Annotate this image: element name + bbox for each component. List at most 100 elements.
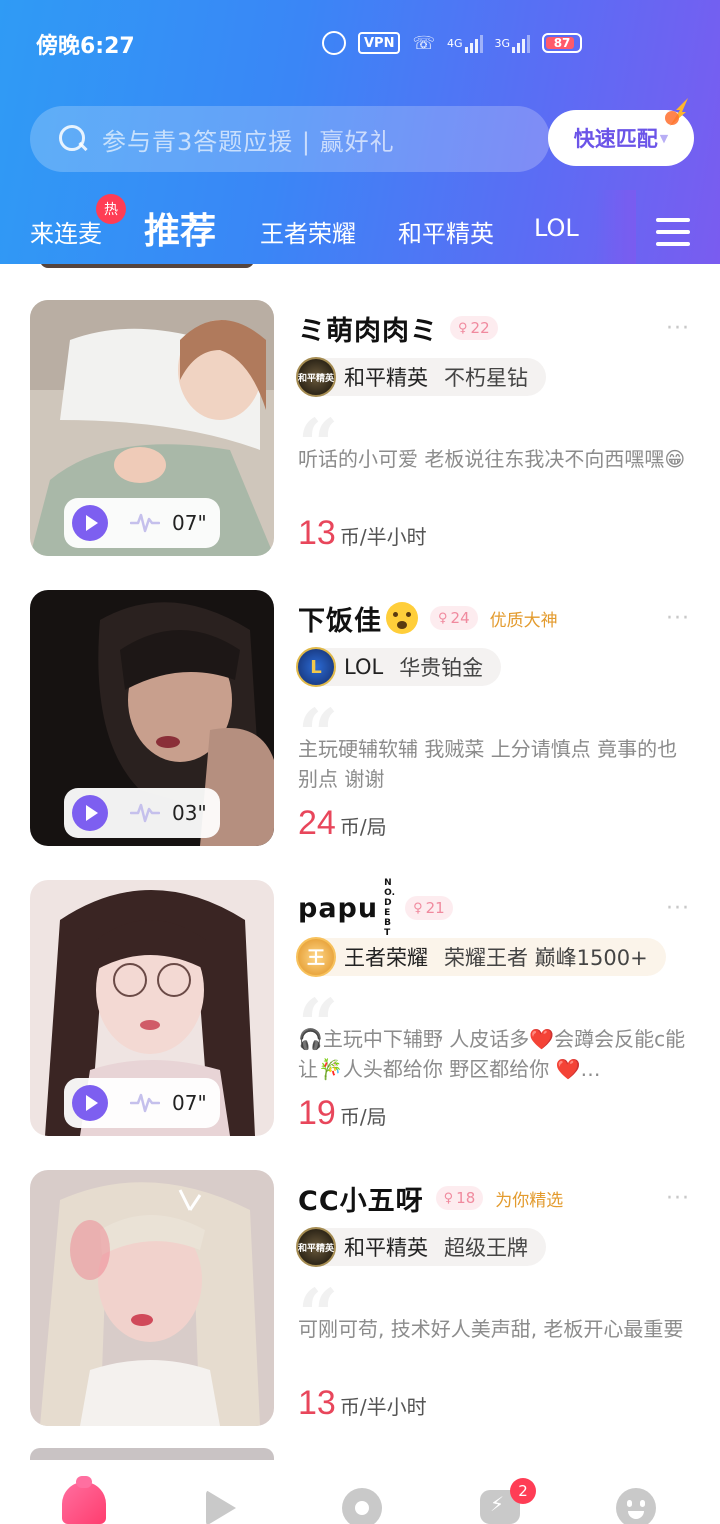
name-row: papu NO.DEBT ♀ 21: [298, 878, 453, 938]
player-age: 22: [470, 319, 490, 337]
player-name: ミ萌肉肉ミ: [298, 315, 438, 347]
age-badge: ♀ 21: [405, 896, 453, 920]
play-icon: [72, 505, 108, 541]
player-photo[interactable]: 07": [30, 300, 274, 556]
tab-fade: [596, 190, 636, 264]
voice-intro-button[interactable]: 03": [64, 788, 220, 838]
name-row: 下饭佳 ♀ 24 优质大神: [298, 600, 558, 637]
peace-elite-logo-icon: 和平精英: [296, 1227, 336, 1267]
price-unit: 币/半小时: [339, 525, 427, 549]
nav-home[interactable]: [60, 1476, 108, 1524]
voice-wave-icon: [130, 803, 160, 823]
quick-match-label: 快速匹配: [573, 127, 658, 151]
more-options-icon[interactable]: ···: [666, 1186, 690, 1211]
player-photo[interactable]: 07": [30, 880, 274, 1136]
game-pill: 和平精英 和平精英 超级王牌: [296, 1227, 546, 1267]
nav-messages[interactable]: 2: [476, 1478, 536, 1524]
player-card[interactable]: 07" papu NO.DEBT ♀ 21 ··· 王 王者荣耀 荣耀王者 巅峰1…: [0, 878, 720, 1170]
price-row: 13 币/半小时: [298, 1384, 427, 1423]
next-card-photo: [30, 1448, 274, 1460]
more-options-icon[interactable]: ···: [666, 896, 690, 921]
player-photo[interactable]: [30, 1170, 274, 1426]
player-intro: 🎧主玩中下辅野 人皮话多❤️会蹲会反能c能让🎋人头都给你 野区都给你 ❤️…: [298, 1027, 686, 1081]
profile-icon: [616, 1488, 656, 1524]
age-badge: ♀ 22: [450, 316, 498, 340]
message-badge: 2: [510, 1478, 536, 1504]
name-tag: NO.DEBT: [384, 878, 395, 938]
tab-honor-of-kings[interactable]: 王者荣耀: [260, 214, 356, 249]
tab-lol[interactable]: LOL: [534, 214, 579, 242]
game-pill: L LOL 华贵铂金: [296, 647, 502, 687]
price-value: 24: [298, 804, 336, 842]
header: 傍晚6:27 VPN ☏ 4G 3G 87 参与青3答题应援 | 赢好礼 快速匹…: [0, 0, 720, 264]
menu-icon[interactable]: [656, 218, 690, 246]
player-name: CC小五呀: [298, 1185, 424, 1217]
price-value: 19: [298, 1094, 336, 1132]
play-icon: [206, 1490, 236, 1524]
peace-elite-logo-icon: 和平精英: [296, 357, 336, 397]
tab-recommend[interactable]: 推荐: [144, 202, 216, 254]
search-bar[interactable]: 参与青3答题应援 | 赢好礼: [30, 106, 550, 172]
network-type-2: 3G: [494, 36, 511, 50]
player-intro: 可刚可苟, 技术好人美声甜, 老板开心最重要: [298, 1317, 684, 1341]
status-icons: VPN ☏ 4G 3G 87: [322, 30, 583, 56]
featured-tag: 为你精选: [495, 1190, 564, 1211]
game-pill: 和平精英 和平精英 不朽星钻: [296, 357, 546, 397]
game-name: 王者荣耀: [344, 946, 428, 970]
game-rank: 荣耀王者 巅峰1500+: [444, 946, 648, 970]
battery-icon: 87: [542, 33, 583, 53]
record-icon: [342, 1488, 382, 1524]
player-card[interactable]: CC小五呀 ♀ 18 为你精选 ··· 和平精英 和平精英 超级王牌 “ 可刚可苟…: [0, 1170, 720, 1460]
quality-tag: 优质大神: [489, 610, 558, 631]
player-photo[interactable]: 03": [30, 590, 274, 846]
honor-of-kings-logo-icon: 王: [296, 937, 336, 977]
player-feed[interactable]: 07" ミ萌肉肉ミ ♀ 22 ··· 和平精英 和平精英 不朽星钻 “ 听话的小可…: [0, 264, 720, 1460]
more-options-icon[interactable]: ···: [666, 316, 690, 341]
price-row: 24 币/局: [298, 804, 387, 843]
hot-badge: 热: [96, 194, 126, 224]
voice-duration: 07": [172, 1091, 207, 1115]
battery-level: 87: [553, 36, 571, 50]
game-rank: 不朽星钻: [444, 366, 528, 390]
network-type-1: 4G: [446, 36, 463, 50]
exploding-head-emoji-icon: [386, 602, 418, 634]
nav-profile[interactable]: [612, 1478, 660, 1524]
price-value: 13: [298, 1384, 336, 1422]
player-intro: 主玩硬辅软辅 我贼菜 上分请慎点 竟事的也别点 谢谢: [298, 737, 678, 791]
player-name: 下饭佳: [298, 605, 382, 637]
price-unit: 币/局: [339, 1105, 387, 1129]
name-row: ミ萌肉肉ミ ♀ 22: [298, 310, 498, 347]
player-intro: 听话的小可爱 老板说往东我决不向西嘿嘿😁: [298, 447, 686, 471]
age-badge: ♀ 18: [435, 1186, 484, 1210]
category-tabs: 来连麦 热 推荐 王者荣耀 和平精英 LOL: [0, 190, 720, 264]
player-card[interactable]: 07" ミ萌肉肉ミ ♀ 22 ··· 和平精英 和平精英 不朽星钻 “ 听话的小可…: [0, 300, 720, 590]
voice-intro-button[interactable]: 07": [64, 1078, 220, 1128]
game-name: 和平精英: [344, 366, 428, 390]
nav-record[interactable]: [338, 1478, 386, 1524]
caret-down-icon: ▼: [659, 131, 669, 145]
status-bar: 傍晚6:27 VPN ☏ 4G 3G 87: [0, 0, 720, 86]
tab-lianmai[interactable]: 来连麦: [30, 214, 102, 249]
price-value: 13: [298, 514, 336, 552]
female-icon: ♀: [413, 900, 423, 916]
game-name: LOL: [344, 655, 384, 679]
search-icon: [58, 124, 88, 154]
status-time: 傍晚6:27: [36, 34, 135, 59]
player-photo-image: [30, 1170, 274, 1426]
tab-peace-elite[interactable]: 和平精英: [398, 214, 494, 249]
alarm-icon: [322, 31, 346, 55]
game-row: 和平精英 和平精英 不朽星钻: [296, 357, 546, 397]
player-card[interactable]: 03" 下饭佳 ♀ 24 优质大神 ··· L LOL 华贵铂金 “ 主玩硬辅软辅…: [0, 590, 720, 880]
play-icon: [72, 1085, 108, 1121]
lol-logo-icon: L: [296, 647, 336, 687]
nav-play[interactable]: [200, 1478, 248, 1524]
sparkle-icon: [665, 98, 688, 126]
player-age: 18: [456, 1189, 476, 1207]
name-row: CC小五呀 ♀ 18 为你精选: [298, 1180, 564, 1217]
price-unit: 币/半小时: [339, 1395, 427, 1419]
voice-duration: 07": [172, 511, 207, 535]
voice-intro-button[interactable]: 07": [64, 498, 220, 548]
call-icon: ☏: [412, 32, 435, 54]
more-options-icon[interactable]: ···: [666, 606, 690, 631]
bottom-nav: 2: [0, 1460, 720, 1524]
